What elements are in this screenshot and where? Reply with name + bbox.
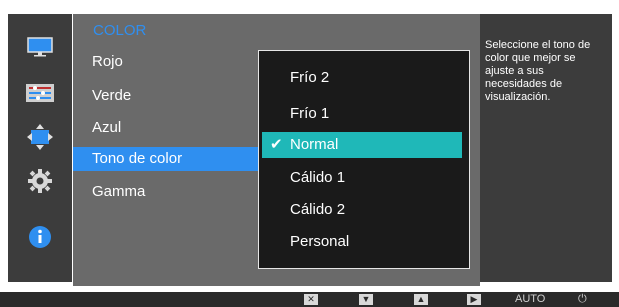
submenu-item-frio-2[interactable]: Frío 2: [277, 65, 463, 91]
help-text: Seleccione el tono de color que mejor se…: [485, 39, 591, 103]
submenu-item-frio-1[interactable]: Frío 1: [277, 101, 463, 127]
tone-submenu: Frío 2 Frío 1 ✔ Normal Cálido 1 Cálido 2…: [258, 50, 470, 269]
close-key[interactable]: ✕: [304, 293, 318, 306]
monitor-icon[interactable]: [8, 32, 72, 62]
osd-header: COLOR: [93, 22, 147, 39]
right-key[interactable]: ▶: [467, 293, 481, 306]
osd-sidebar: [8, 14, 72, 282]
auto-key[interactable]: AUTO: [515, 293, 545, 306]
submenu-item-calido-2[interactable]: Cálido 2: [277, 197, 463, 223]
down-arrow-icon: ▼: [359, 294, 373, 305]
menu-item-rojo[interactable]: Rojo: [73, 50, 258, 74]
down-key[interactable]: ▼: [359, 293, 373, 306]
osd-screen: COLOR Rojo Verde Azul Tono de color Gamm…: [0, 0, 619, 307]
up-key[interactable]: ▲: [414, 293, 428, 306]
right-arrow-icon: ▶: [467, 294, 481, 305]
control-key-bar: ✕ ▼ ▲ ▶ AUTO ⏻: [0, 292, 619, 307]
color-bars-icon[interactable]: [8, 78, 72, 108]
menu-item-tono-de-color[interactable]: Tono de color: [73, 147, 258, 171]
gear-icon[interactable]: [8, 166, 72, 196]
submenu-item-calido-1[interactable]: Cálido 1: [277, 165, 463, 191]
menu-item-gamma[interactable]: Gamma: [73, 180, 258, 204]
close-icon: ✕: [304, 294, 318, 305]
submenu-item-normal-label: Normal: [290, 136, 339, 153]
info-icon[interactable]: [8, 222, 72, 252]
menu-item-azul[interactable]: Azul: [73, 116, 258, 140]
checkmark-icon: ✔: [270, 136, 283, 153]
submenu-item-personal[interactable]: Personal: [277, 229, 463, 255]
menu-item-verde[interactable]: Verde: [73, 84, 258, 108]
help-text-panel: Seleccione el tono de color que mejor se…: [480, 14, 612, 282]
power-icon[interactable]: ⏻: [578, 293, 587, 306]
up-arrow-icon: ▲: [414, 294, 428, 305]
submenu-item-normal[interactable]: ✔ Normal: [262, 132, 462, 158]
move-arrows-icon[interactable]: [8, 122, 72, 152]
